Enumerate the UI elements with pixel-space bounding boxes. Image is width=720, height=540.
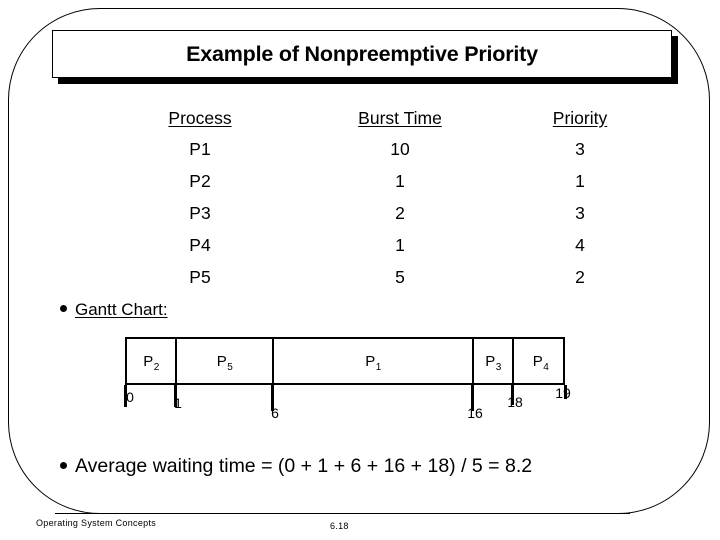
- process-table: Process Burst Time Priority P1 10 3 P2 1…: [110, 103, 650, 293]
- gantt-tick-label: 18: [507, 394, 523, 410]
- cell-process: P4: [189, 234, 211, 255]
- cell-process: P2: [189, 170, 211, 191]
- cell-burst-time: 5: [395, 266, 405, 287]
- cell-burst-time: 10: [390, 138, 410, 159]
- cell-process: P5: [189, 266, 211, 287]
- cell-process: P3: [189, 202, 211, 223]
- table-header-row: Process Burst Time Priority: [110, 103, 650, 133]
- gantt-cell-index: 2: [153, 361, 160, 373]
- cell-burst-time: 2: [395, 202, 405, 223]
- gantt-cell-label: P1: [365, 352, 382, 373]
- gantt-bar-row: P2 P5 P1 P3 P4: [125, 337, 565, 385]
- gantt-cell-index: 5: [227, 361, 233, 373]
- gantt-cell-label: P2: [143, 352, 160, 373]
- gantt-tick-label: 1: [174, 395, 182, 411]
- gantt-chart: P2 P5 P1 P3 P4 0 1 6 16 18 19: [124, 337, 571, 421]
- gantt-cell: P5: [177, 339, 274, 383]
- table-row: P5 5 2: [110, 261, 650, 293]
- bullet-icon: [60, 305, 67, 312]
- gantt-cell: P3: [474, 339, 514, 383]
- cell-priority: 2: [575, 266, 585, 287]
- gantt-tick-label: 0: [126, 389, 134, 405]
- page-title: Example of Nonpreemptive Priority: [186, 41, 538, 66]
- table-row: P1 10 3: [110, 133, 650, 165]
- title-box: Example of Nonpreemptive Priority: [52, 30, 672, 78]
- footer-source: Operating System Concepts: [36, 518, 157, 528]
- column-header-process: Process: [168, 107, 232, 128]
- cell-burst-time: 1: [395, 234, 405, 255]
- gantt-cell-label: P3: [485, 352, 502, 373]
- table-row: P3 2 3: [110, 197, 650, 229]
- gantt-chart-heading: Gantt Chart:: [60, 300, 168, 320]
- average-waiting-time-line: Average waiting time = (0 + 1 + 6 + 16 +…: [60, 455, 532, 478]
- gantt-tick-label: 6: [271, 405, 279, 421]
- gantt-cell: P4: [514, 339, 567, 383]
- gantt-tick-label: 19: [555, 385, 571, 401]
- footer-divider: [55, 513, 630, 514]
- gantt-cell-label: P5: [216, 352, 233, 373]
- cell-priority: 1: [575, 170, 585, 191]
- gantt-cell-index: 1: [375, 361, 382, 373]
- bullet-icon: [60, 462, 67, 469]
- footer-page-number: 6.18: [330, 521, 349, 531]
- table-row: P2 1 1: [110, 165, 650, 197]
- gantt-cell: P2: [127, 339, 177, 383]
- cell-priority: 4: [575, 234, 585, 255]
- gantt-tick-label: 16: [467, 405, 483, 421]
- column-header-burst-time: Burst Time: [358, 107, 442, 128]
- gantt-chart-label: Gantt Chart:: [75, 300, 168, 319]
- cell-burst-time: 1: [395, 170, 405, 191]
- cell-priority: 3: [575, 138, 585, 159]
- table-row: P4 1 4: [110, 229, 650, 261]
- gantt-cell: P1: [274, 339, 474, 383]
- cell-priority: 3: [575, 202, 585, 223]
- cell-process: P1: [189, 138, 211, 159]
- gantt-cell-label: P4: [532, 352, 549, 373]
- gantt-cell-index: 4: [543, 361, 549, 373]
- column-header-priority: Priority: [552, 107, 608, 128]
- average-waiting-time-text: Average waiting time = (0 + 1 + 6 + 16 +…: [75, 455, 533, 477]
- gantt-cell-index: 3: [495, 361, 502, 373]
